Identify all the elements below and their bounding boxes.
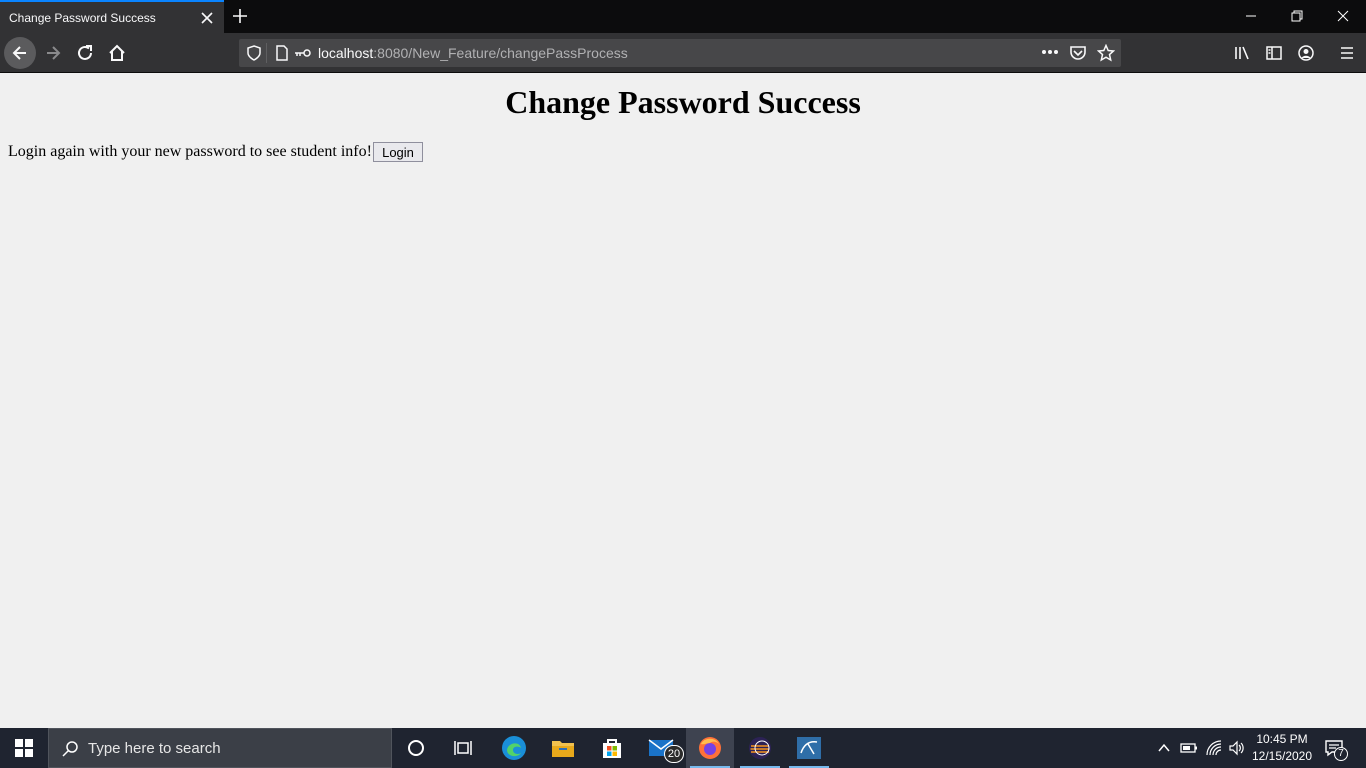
mail-unread-badge: 20 [664, 745, 684, 763]
url-text[interactable]: localhost:8080/New_Feature/changePassPro… [318, 45, 628, 61]
sidebar-icon [1266, 46, 1282, 60]
eclipse-icon [749, 737, 771, 759]
mysql-workbench-icon [797, 737, 821, 759]
tab-strip: Change Password Success [0, 0, 1366, 33]
page-info-icon[interactable] [275, 45, 289, 61]
edge-icon [502, 736, 526, 760]
close-window-icon[interactable] [1333, 7, 1353, 25]
active-tab[interactable]: Change Password Success [0, 0, 224, 33]
login-button[interactable]: Login [373, 142, 423, 162]
eclipse-taskbar-button[interactable] [736, 728, 784, 768]
page-actions-menu-icon[interactable] [1041, 49, 1059, 55]
notification-count-badge: 7 [1334, 747, 1348, 761]
pocket-icon[interactable] [1069, 45, 1087, 62]
volume-icon[interactable] [1228, 740, 1246, 756]
search-placeholder: Type here to search [88, 740, 221, 757]
firefox-icon [699, 737, 721, 759]
navigation-toolbar: localhost:8080/New_Feature/changePassPro… [0, 33, 1366, 73]
store-bag-icon [603, 739, 621, 758]
sidebar-button[interactable] [1262, 41, 1286, 65]
page-content: Change Password Success Login again with… [0, 74, 1366, 728]
file-explorer-taskbar-button[interactable] [539, 728, 587, 768]
show-hidden-icons-chevron-icon[interactable] [1157, 741, 1171, 755]
account-icon [1298, 45, 1314, 61]
taskbar-search-box[interactable]: Type here to search [48, 728, 392, 768]
restore-icon[interactable] [1287, 7, 1307, 25]
account-button[interactable] [1294, 41, 1318, 65]
wifi-icon[interactable] [1205, 740, 1223, 756]
library-button[interactable] [1230, 41, 1254, 65]
reload-button[interactable] [73, 41, 97, 65]
firefox-taskbar-button[interactable] [686, 728, 734, 768]
clock-time: 10:45 PM [1256, 732, 1308, 746]
forward-button[interactable] [41, 41, 65, 65]
forward-arrow-icon [47, 46, 61, 60]
page-title: Change Password Success [505, 84, 861, 120]
reload-icon [78, 45, 92, 60]
menu-button[interactable] [1335, 41, 1359, 65]
search-icon [62, 741, 78, 757]
task-view-icon [454, 741, 472, 755]
key-icon[interactable] [294, 46, 312, 60]
clock-date: 12/15/2020 [1251, 749, 1313, 763]
home-icon [109, 44, 125, 61]
minimize-icon[interactable] [1241, 7, 1261, 25]
edge-taskbar-button[interactable] [490, 728, 538, 768]
folder-icon [552, 741, 574, 757]
task-view-button[interactable] [440, 728, 488, 768]
hamburger-menu-icon [1341, 47, 1353, 59]
battery-icon[interactable] [1180, 741, 1198, 755]
store-taskbar-button[interactable] [588, 728, 636, 768]
back-arrow-icon [12, 46, 26, 60]
tracking-shield-icon[interactable] [246, 45, 262, 61]
start-button[interactable] [0, 728, 48, 768]
cortana-button[interactable] [392, 728, 440, 768]
bookmark-star-icon[interactable] [1097, 44, 1115, 62]
back-button[interactable] [4, 37, 36, 69]
mysql-workbench-taskbar-button[interactable] [785, 728, 833, 768]
home-button[interactable] [105, 41, 129, 65]
cortana-circle-icon [408, 740, 424, 756]
system-clock[interactable]: 10:45 PM 12/15/2020 [1246, 731, 1318, 765]
tab-close-icon[interactable] [198, 9, 216, 27]
tab-title: Change Password Success [9, 11, 156, 25]
library-icon [1235, 46, 1249, 60]
windows-logo-icon [15, 739, 33, 757]
taskbar: Type here to search 20 10:45 PM 12/15/20… [0, 728, 1366, 768]
new-tab-icon[interactable] [230, 6, 250, 26]
address-bar[interactable]: localhost:8080/New_Feature/changePassPro… [239, 39, 1121, 67]
url-host: localhost [318, 45, 374, 61]
instruction-text: Login again with your new password to se… [8, 143, 372, 160]
url-path: :8080/New_Feature/changePassProcess [373, 45, 628, 61]
url-separator [266, 43, 267, 63]
